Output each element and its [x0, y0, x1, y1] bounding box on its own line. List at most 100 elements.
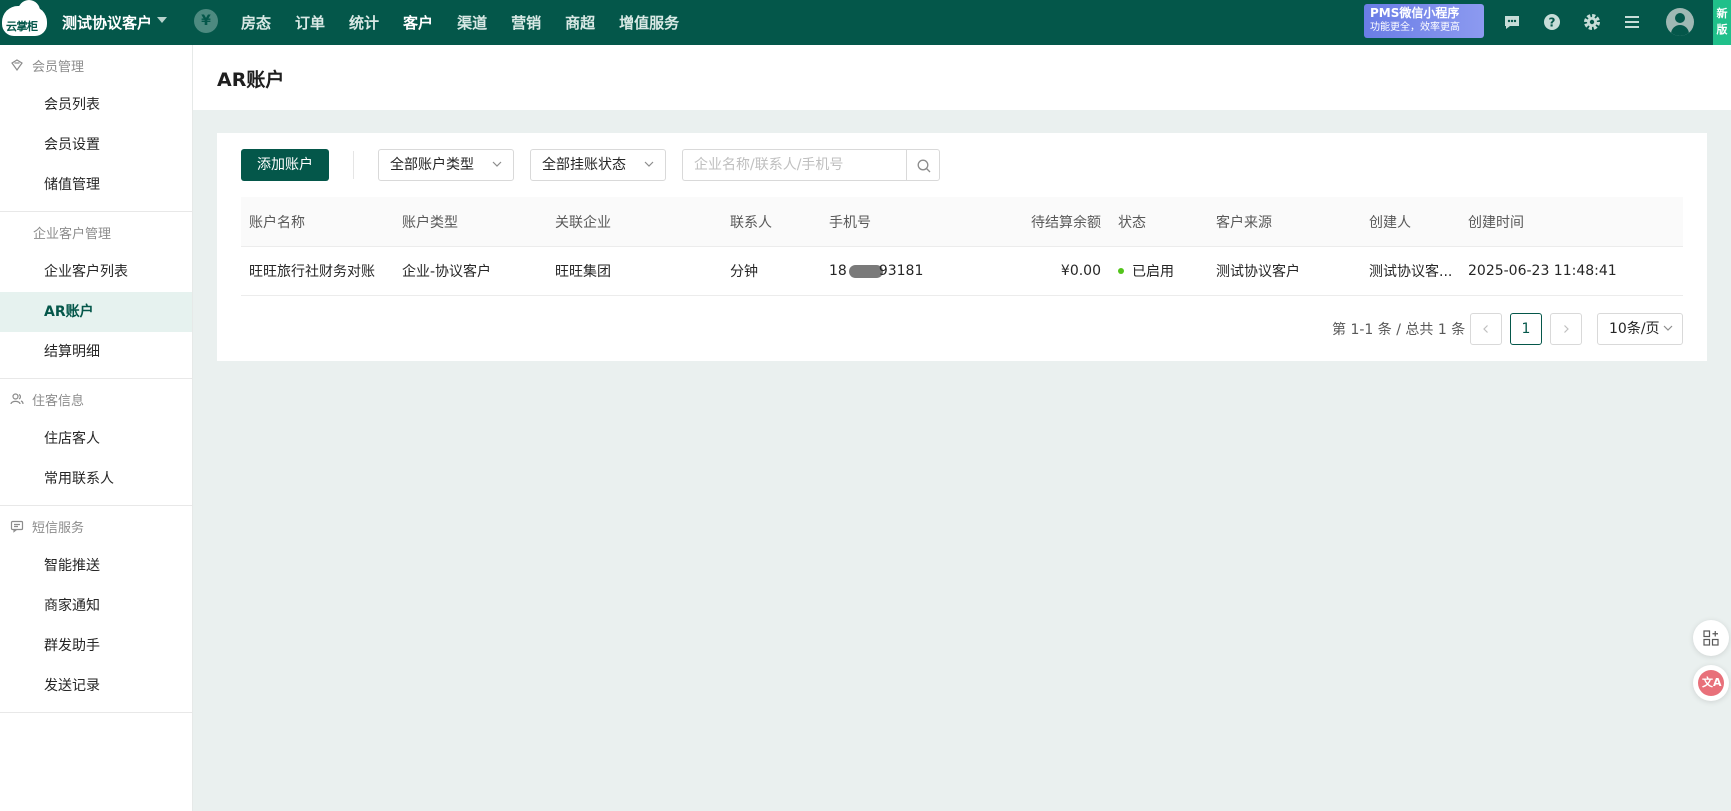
cell-account-type: 企业-协议客户: [402, 264, 492, 280]
guest-icon: [10, 393, 24, 405]
sidebar-item-stored-value[interactable]: 储值管理: [0, 165, 192, 205]
credit-status-select[interactable]: 全部挂账状态: [530, 149, 666, 181]
sidebar-item-member-list[interactable]: 会员列表: [0, 85, 192, 125]
floating-apps-button[interactable]: [1693, 620, 1729, 656]
page-1-button[interactable]: 1: [1510, 313, 1542, 345]
account-type-select[interactable]: 全部账户类型: [378, 149, 514, 181]
cell-contact: 分钟: [730, 264, 758, 280]
sidebar-item-smart-push[interactable]: 智能推送: [0, 546, 192, 586]
nav-room-status[interactable]: 房态: [241, 12, 271, 33]
add-account-button[interactable]: 添加账户: [241, 149, 329, 181]
cell-created-at: 2025-06-23 11:48:41: [1468, 263, 1617, 279]
sidebar-item-ar-account[interactable]: AR账户: [0, 292, 192, 332]
nav-orders[interactable]: 订单: [295, 12, 325, 33]
nav-store[interactable]: 商超: [565, 12, 595, 33]
column-source[interactable]: 客户来源: [1216, 197, 1272, 246]
column-phone[interactable]: 手机号: [829, 197, 871, 246]
status-dot-icon: [1118, 268, 1124, 274]
main-nav: 房态 订单 统计 客户 渠道 营销 商超 增值服务: [241, 12, 703, 33]
cell-phone: 18 93181: [829, 247, 923, 295]
apps-add-icon: [1703, 630, 1719, 646]
group-title-guests: 住客信息: [32, 393, 85, 409]
search-input[interactable]: [682, 149, 906, 181]
cell-balance: ¥0.00: [1060, 263, 1101, 279]
nav-statistics[interactable]: 统计: [349, 12, 379, 33]
chevron-left-icon: [1483, 325, 1488, 333]
sms-icon: [10, 520, 24, 533]
column-status[interactable]: 状态: [1118, 197, 1146, 246]
column-account-type[interactable]: 账户类型: [402, 197, 458, 246]
menu-icon[interactable]: [1622, 12, 1642, 32]
prev-page-button[interactable]: [1470, 313, 1502, 345]
group-title-enterprise: 企业客户管理: [33, 226, 112, 242]
sidebar-item-merchant-notice[interactable]: 商家通知: [0, 586, 192, 626]
phone-mask: [848, 264, 883, 278]
help-icon[interactable]: ?: [1542, 12, 1562, 32]
sidebar-group-members: 会员管理 会员列表 会员设置 储值管理: [0, 45, 192, 212]
pms-miniprogram-banner[interactable]: PMS微信小程序 功能更全，效率更高: [1364, 4, 1484, 38]
sidebar-group-sms: 短信服务 智能推送 商家通知 群发助手 发送记录: [0, 506, 192, 713]
promo-title: PMS微信小程序: [1370, 6, 1460, 20]
cell-creator: 测试协议客...: [1369, 264, 1453, 280]
status-badge: 已启用: [1132, 264, 1174, 280]
sidebar-item-member-settings[interactable]: 会员设置: [0, 125, 192, 165]
chevron-right-icon: [1564, 325, 1569, 333]
column-created-at[interactable]: 创建时间: [1468, 197, 1524, 246]
column-contact[interactable]: 联系人: [730, 197, 772, 246]
top-navigation-bar: 云掌柜 测试协议客户 ¥ 房态 订单 统计 客户 渠道 营销 商超 增值服务 P…: [0, 0, 1731, 45]
credit-status-value: 全部挂账状态: [542, 157, 626, 173]
hotel-selector[interactable]: 测试协议客户: [62, 12, 152, 33]
search-icon: [917, 159, 931, 173]
phone-suffix: 93181: [878, 263, 924, 279]
sidebar-group-guests: 住客信息 住店客人 常用联系人: [0, 379, 192, 506]
sidebar-item-send-records[interactable]: 发送记录: [0, 666, 192, 706]
cell-account-name[interactable]: 旺旺旅行社财务对账: [249, 247, 375, 295]
app-logo[interactable]: 云掌柜: [2, 0, 47, 36]
group-title-sms: 短信服务: [32, 520, 85, 536]
svg-text:?: ?: [1549, 16, 1556, 30]
cell-source: 测试协议客户: [1216, 264, 1300, 280]
cell-status: 已启用: [1118, 247, 1174, 295]
sidebar-item-settlement-details[interactable]: 结算明细: [0, 332, 192, 372]
message-icon[interactable]: [1502, 12, 1522, 32]
ar-account-panel: 添加账户 全部账户类型 全部挂账状态 账户名称 账户类型 关联企业 联系人 手机…: [217, 133, 1707, 361]
search-button[interactable]: [906, 149, 940, 181]
sidebar: 会员管理 会员列表 会员设置 储值管理 企业客户管理 企业客户列表 AR账户 结…: [0, 45, 193, 811]
chevron-down-icon: [1663, 325, 1673, 331]
sidebar-group-title: 企业客户管理: [0, 212, 192, 252]
logo-text: 云掌柜: [6, 20, 38, 33]
sidebar-group-title: 短信服务: [0, 506, 192, 546]
page-title: AR账户: [217, 69, 285, 91]
account-type-value: 全部账户类型: [390, 157, 474, 173]
column-balance[interactable]: 待结算余额: [1001, 197, 1101, 246]
cell-company: 旺旺集团: [555, 264, 611, 280]
table-row[interactable]: 旺旺旅行社财务对账 企业-协议客户 旺旺集团 分钟 18 93181 ¥0.00 …: [241, 247, 1683, 296]
sidebar-item-frequent-contacts[interactable]: 常用联系人: [0, 459, 192, 499]
next-page-button[interactable]: [1550, 313, 1582, 345]
new-version-tab[interactable]: 新版: [1713, 0, 1731, 45]
chevron-down-icon: [492, 161, 502, 167]
sidebar-item-enterprise-list[interactable]: 企业客户列表: [0, 252, 192, 292]
nav-marketing[interactable]: 营销: [511, 12, 541, 33]
floating-translate-button[interactable]: 文A: [1693, 665, 1729, 701]
table-header: 账户名称 账户类型 关联企业 联系人 手机号 待结算余额 状态 客户来源 创建人…: [241, 197, 1683, 247]
sidebar-item-in-house-guests[interactable]: 住店客人: [0, 419, 192, 459]
nav-channels[interactable]: 渠道: [457, 12, 487, 33]
column-creator[interactable]: 创建人: [1369, 197, 1411, 246]
chevron-down-icon[interactable]: [157, 17, 167, 23]
page-size-select[interactable]: 10条/页: [1597, 313, 1683, 345]
sidebar-group-title: 会员管理: [0, 45, 192, 85]
column-company[interactable]: 关联企业: [555, 197, 611, 246]
sidebar-item-bulk-sender[interactable]: 群发助手: [0, 626, 192, 666]
user-avatar-icon[interactable]: [1666, 8, 1694, 36]
page-size-value: 10条/页: [1609, 321, 1660, 337]
yen-icon[interactable]: ¥: [194, 9, 218, 33]
settings-icon[interactable]: [1582, 12, 1602, 32]
pagination-summary: 第 1-1 条 / 总共 1 条: [1332, 322, 1466, 338]
column-account-name[interactable]: 账户名称: [249, 197, 305, 246]
promo-subtitle: 功能更全，效率更高: [1370, 22, 1460, 33]
nav-customers[interactable]: 客户: [403, 12, 433, 33]
nav-value-added[interactable]: 增值服务: [619, 12, 679, 33]
translate-icon: 文A: [1702, 676, 1722, 689]
sidebar-group-title: 住客信息: [0, 379, 192, 419]
